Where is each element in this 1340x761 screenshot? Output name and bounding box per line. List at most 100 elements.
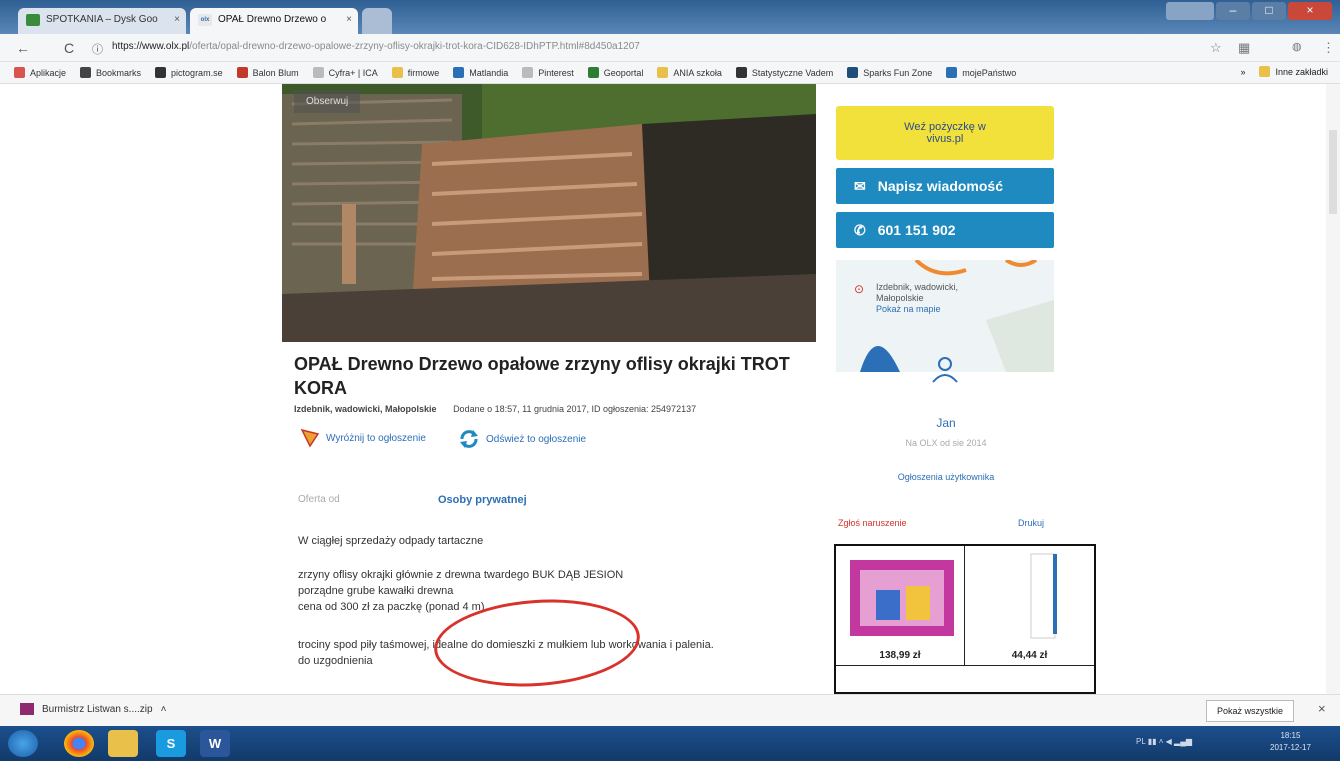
refresh-ad-link[interactable]: Odśwież to ogłoszenie xyxy=(458,428,586,450)
ad-location: Izdebnik, wadowicki, Małopolskie xyxy=(294,404,437,414)
bookmark-item[interactable]: Cyfra+ | ICA xyxy=(312,67,378,78)
m-logo-icon xyxy=(453,67,465,78)
bookmark-label: Sparks Fun Zone xyxy=(863,67,933,78)
browser-titlebar: SPOTKANIA – Dysk Goo × olx OPAŁ Drewno D… xyxy=(0,0,1340,34)
ad-title: OPAŁ Drewno Drzewo opałowe zrzyny oflisy… xyxy=(294,354,790,398)
clock-date: 2017-12-17 xyxy=(1270,743,1311,752)
phone-button[interactable]: ✆ 601 151 902 xyxy=(836,212,1054,248)
chevron-up-icon[interactable]: ˄ xyxy=(161,704,167,715)
maximize-button[interactable]: □ xyxy=(1252,2,1286,20)
language-indicator[interactable]: PL xyxy=(1136,737,1146,746)
bookmark-item[interactable]: Geoportal xyxy=(587,67,643,78)
profile-button[interactable] xyxy=(1166,2,1214,20)
loan-ad-button[interactable]: Weź pożyczkę w vivus.pl xyxy=(836,106,1054,160)
phone-number: 601 151 902 xyxy=(877,222,956,238)
user-since: Na OLX od sie 2014 xyxy=(905,438,987,448)
url-field[interactable]: https://www.olx.pl/oferta/opal-drewno-dr… xyxy=(112,41,640,52)
scroll-thumb[interactable] xyxy=(1329,130,1337,214)
chevron-overflow-icon[interactable]: » xyxy=(1240,67,1245,77)
star-icon xyxy=(80,67,92,78)
loan-line1: Weź pożyczkę w xyxy=(904,121,986,133)
send-message-button[interactable]: ✉ Napisz wiadomość xyxy=(836,168,1054,204)
bookmark-label: pictogram.se xyxy=(171,67,223,78)
bookmark-label: Cyfra+ | ICA xyxy=(328,67,378,78)
description-line: porządne grube kawałki drewna xyxy=(298,585,454,597)
start-button-icon[interactable] xyxy=(8,730,38,757)
tab-olx[interactable]: olx OPAŁ Drewno Drzewo o × xyxy=(190,8,358,34)
bookmark-item[interactable]: Sparks Fun Zone xyxy=(847,67,932,78)
description-line: cena od 300 zł za paczkę (ponad 4 m) xyxy=(298,601,485,613)
map-location-line2: Małopolskie xyxy=(876,293,924,303)
signal-icon[interactable]: ▂▄▆ xyxy=(1174,737,1192,746)
observe-button[interactable]: Obserwuj xyxy=(294,90,361,113)
close-icon[interactable]: × xyxy=(1318,701,1326,716)
bookmark-item[interactable]: Matlandia xyxy=(453,67,508,78)
reload-icon[interactable]: C xyxy=(64,40,74,56)
envelope-icon: ✉ xyxy=(854,177,866,194)
page-scrollbar[interactable] xyxy=(1326,84,1340,694)
new-tab-button[interactable] xyxy=(362,8,392,34)
bookmark-item[interactable]: ANIA szkoła xyxy=(657,67,722,78)
other-bookmarks[interactable]: Inne zakładki xyxy=(1259,66,1328,77)
skype-icon[interactable]: S xyxy=(156,730,186,757)
system-tray: PL ▮▮ ˄ ◀ ▂▄▆ xyxy=(1136,737,1192,746)
page-icon xyxy=(522,67,534,78)
description-line: zrzyny oflisy okrajki głównie z drewna t… xyxy=(298,569,624,581)
download-item[interactable]: Burmistrz Listwan s....zip ˄ xyxy=(20,703,166,715)
menu-kebab-icon[interactable]: ⋮ xyxy=(1322,40,1335,56)
user-avatar-icon xyxy=(932,357,958,383)
offer-from-value[interactable]: Osoby prywatnej xyxy=(438,494,527,506)
bookmark-item[interactable]: pictogram.se xyxy=(155,67,223,78)
olx-favicon-icon: olx xyxy=(198,14,212,26)
close-icon[interactable]: × xyxy=(346,8,352,32)
feature-ad-link[interactable]: Wyróżnij to ogłoszenie xyxy=(300,428,426,448)
balloon-icon xyxy=(236,67,248,78)
close-window-button[interactable]: × xyxy=(1288,2,1332,20)
ad-added: Dodane o 18:57, 11 grudnia 2017, ID ogło… xyxy=(453,404,697,414)
bookmark-item[interactable]: Statystyczne Vadem xyxy=(735,67,834,78)
ad-photo[interactable]: Obserwuj xyxy=(282,84,816,342)
user-name[interactable]: Jan xyxy=(926,416,966,430)
offer-from-label: Oferta od xyxy=(298,494,340,505)
volume-icon[interactable]: ◀ xyxy=(1166,737,1174,746)
minimize-button[interactable]: – xyxy=(1216,2,1250,20)
user-ads-link[interactable]: Ogłoszenia użytkownika xyxy=(866,472,1026,482)
product-ad[interactable]: 44,44 zł xyxy=(965,546,1094,666)
tab-spotkania[interactable]: SPOTKANIA – Dysk Goo × xyxy=(18,8,186,34)
explorer-folder-icon[interactable] xyxy=(108,730,138,757)
kite-icon xyxy=(300,428,320,448)
wood-pile-image xyxy=(282,84,816,342)
url-host: https://www.olx.pl xyxy=(112,41,190,52)
bookmark-item[interactable]: Bookmarks xyxy=(80,67,141,78)
show-on-map-link[interactable]: Pokaż na mapie xyxy=(876,304,958,315)
bookmark-label: Aplikacje xyxy=(30,67,67,78)
bookmark-item[interactable]: Aplikacje xyxy=(14,67,66,78)
bookmark-label: Matlandia xyxy=(469,67,509,78)
bookmark-item[interactable]: Balon Blum xyxy=(236,67,299,78)
product-price: 44,44 zł xyxy=(1011,650,1048,661)
back-arrow-icon[interactable]: ← xyxy=(16,40,30,56)
close-icon[interactable]: × xyxy=(174,8,180,32)
taskbar-clock[interactable]: 18:15 2017-12-17 xyxy=(1270,730,1311,754)
extension-icon[interactable]: ▦ xyxy=(1238,40,1250,56)
network-icon[interactable]: ▮▮ xyxy=(1148,737,1159,746)
bookmarks-bar: Aplikacje Bookmarks pictogram.se Balon Blum… xyxy=(0,62,1340,84)
bookmark-label: Statystyczne Vadem xyxy=(751,67,834,78)
print-link[interactable]: Drukuj xyxy=(1018,518,1044,528)
refresh-arrows-icon xyxy=(460,430,478,448)
windows-taskbar: S W PL ▮▮ ˄ ◀ ▂▄▆ 18:15 2017-12-17 xyxy=(0,726,1340,761)
bookmark-label: Balon Blum xyxy=(252,67,299,78)
bookmark-item[interactable]: firmowe xyxy=(391,67,439,78)
product-ad[interactable]: 138,99 zł xyxy=(836,546,965,666)
loan-line2: vivus.pl xyxy=(926,133,964,145)
bookmark-item[interactable]: mojePaństwo xyxy=(946,67,1016,78)
chrome-icon[interactable] xyxy=(64,730,94,757)
bookmark-item[interactable]: Pinterest xyxy=(522,67,574,78)
extension-icon[interactable]: ◍ xyxy=(1292,40,1302,53)
word-icon[interactable]: W xyxy=(200,730,230,757)
star-bookmark-icon[interactable]: ☆ xyxy=(1210,40,1222,56)
chevron-up-icon[interactable]: ˄ xyxy=(1159,737,1164,746)
report-link[interactable]: Zgłoś naruszenie xyxy=(838,518,907,528)
show-all-button[interactable]: Pokaż wszystkie xyxy=(1206,700,1295,722)
info-icon[interactable]: ⓘ xyxy=(92,41,103,57)
